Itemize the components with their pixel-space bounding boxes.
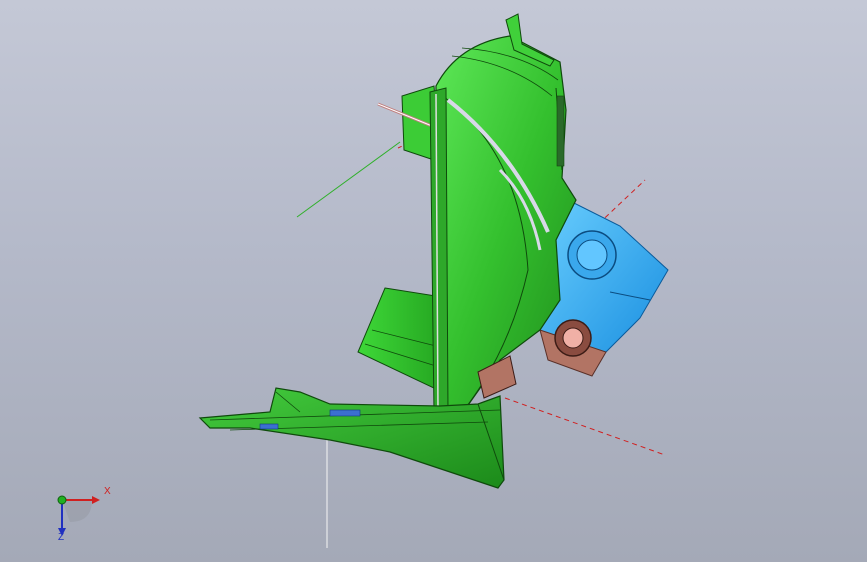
coordinate-triad: X Z <box>40 478 120 548</box>
reference-line-red-lower <box>504 397 666 456</box>
rear-housing-part[interactable] <box>357 287 439 391</box>
z-axis-label: Z <box>58 532 65 543</box>
graphics-viewport[interactable]: X Z <box>0 0 867 562</box>
vent-slot <box>556 95 565 167</box>
triad-shadow <box>62 500 92 522</box>
y-axis-dot <box>57 495 67 505</box>
model-3d-view[interactable] <box>0 0 867 562</box>
x-axis-label: X <box>104 486 111 497</box>
reference-line-green <box>296 141 401 218</box>
